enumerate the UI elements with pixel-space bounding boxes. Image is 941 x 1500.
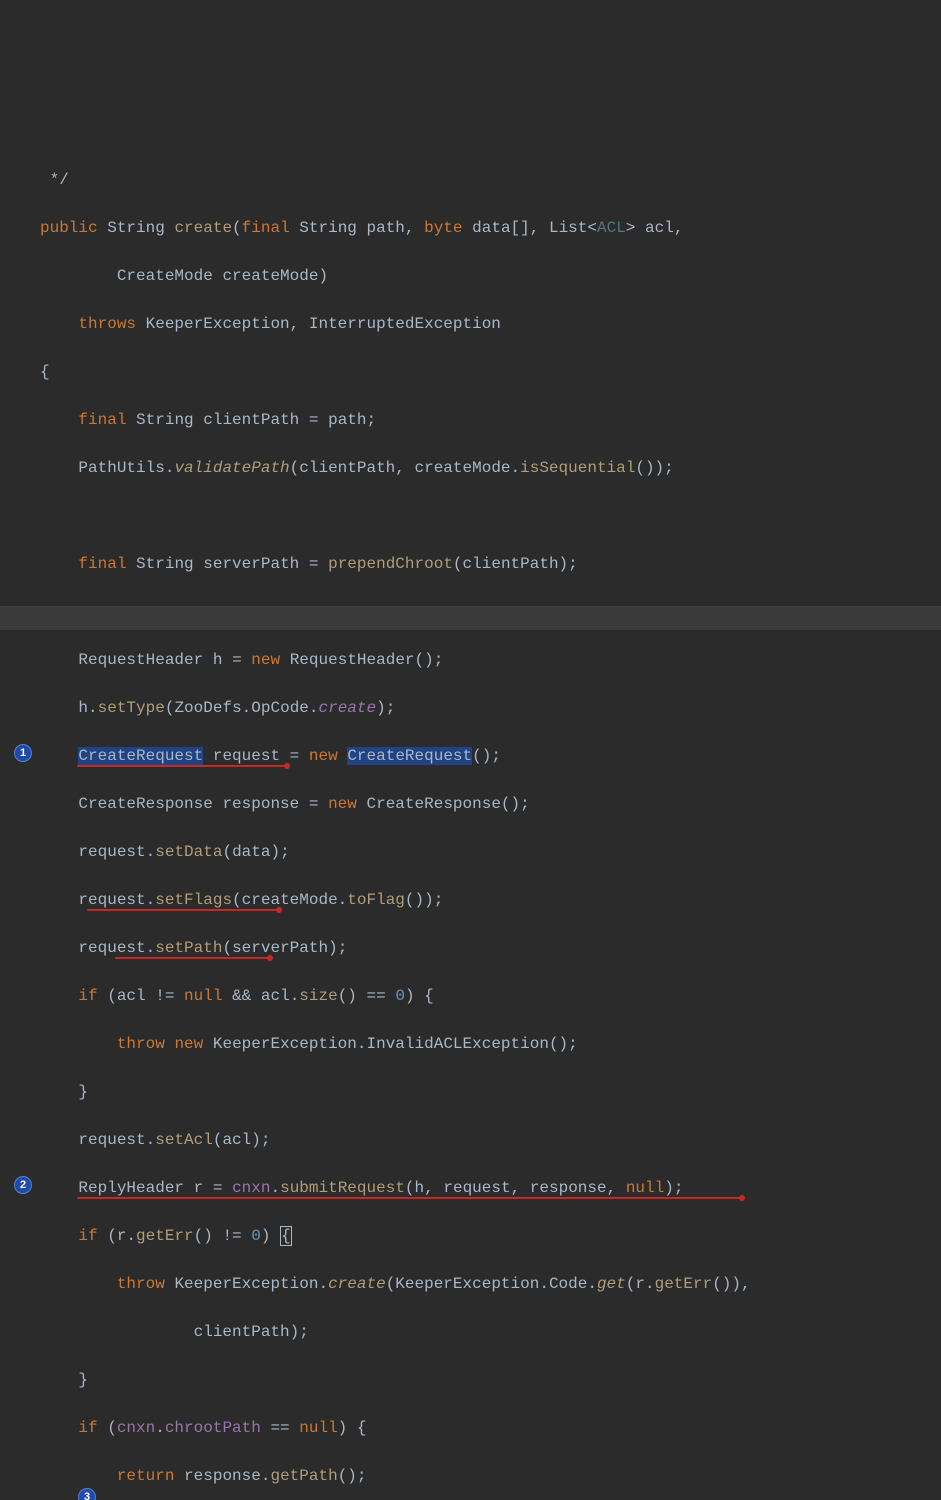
code-line [40,504,941,528]
code-line: if (r.getErr() != 0) { [40,1224,941,1248]
code-line: request.setData(data); [40,840,941,864]
code-line: 1 CreateRequest request = new CreateRequ… [40,744,941,768]
code-line: } [40,1080,941,1104]
code-line: request.setAcl(acl); [40,1128,941,1152]
code-line: CreateMode createMode) [40,264,941,288]
code-line: public String create(final String path, … [40,216,941,240]
code-line: { [40,360,941,384]
underline-annotation [77,1197,742,1199]
code-line: throws KeeperException, InterruptedExcep… [40,312,941,336]
code-editor[interactable]: */ public String create(final String pat… [0,144,941,1500]
underline-annotation [77,765,287,767]
code-line: } [40,1368,941,1392]
code-line [40,600,941,624]
underline-annotation [115,957,270,959]
code-line: 2 ReplyHeader r = cnxn.submitRequest(h, … [40,1176,941,1200]
code-line: if (acl != null && acl.size() == 0) { [40,984,941,1008]
code-line: request.setFlags(createMode.toFlag()); [40,888,941,912]
code-line: */ [40,168,941,192]
code-line: 3 return response.getPath(); [40,1464,941,1488]
code-line: if (cnxn.chrootPath == null) { [40,1416,941,1440]
annotation-marker-1: 1 [14,744,32,762]
underline-annotation [87,909,279,911]
code-line: h.setType(ZooDefs.OpCode.create); [40,696,941,720]
code-line: final String serverPath = prependChroot(… [40,552,941,576]
code-line: clientPath); [40,1320,941,1344]
code-line: CreateResponse response = new CreateResp… [40,792,941,816]
annotation-marker-2: 2 [14,1176,32,1194]
code-line: throw KeeperException.create(KeeperExcep… [40,1272,941,1296]
annotation-marker-3: 3 [78,1488,96,1500]
code-line: final String clientPath = path; [40,408,941,432]
code-line: throw new KeeperException.InvalidACLExce… [40,1032,941,1056]
code-line: PathUtils.validatePath(clientPath, creat… [40,456,941,480]
code-line: RequestHeader h = new RequestHeader(); [40,648,941,672]
code-line: request.setPath(serverPath); [40,936,941,960]
